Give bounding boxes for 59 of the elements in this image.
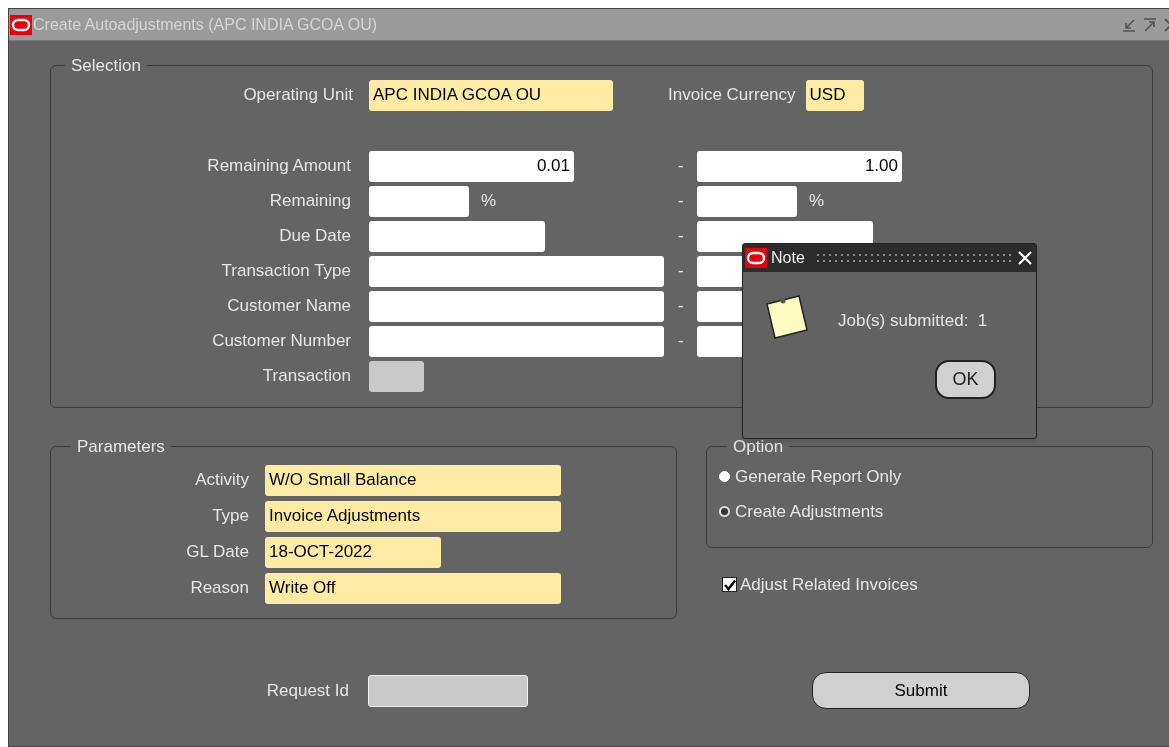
field-label: Customer Name — [226, 295, 352, 318]
from-field[interactable]: 0.01 — [369, 150, 574, 182]
from-field[interactable] — [369, 360, 424, 392]
field-label: Remaining — [268, 190, 352, 213]
range-separator: - — [678, 155, 685, 178]
group-title: Parameters — [76, 436, 166, 458]
field-label: Activity — [194, 469, 250, 492]
maximize-icon[interactable] — [1143, 17, 1157, 32]
from-field[interactable] — [369, 185, 469, 217]
field-label: Remaining Amount — [206, 155, 352, 178]
ok-button[interactable]: OK — [935, 360, 996, 399]
field-label: Customer Number — [211, 330, 352, 353]
currency-field[interactable]: USD — [805, 79, 864, 111]
to-field[interactable]: 1.00 — [697, 150, 902, 182]
field-label: Operating Unit — [242, 84, 354, 107]
field-label: Due Date — [278, 225, 352, 248]
field-label: Type — [211, 505, 250, 528]
note-icon — [763, 292, 811, 340]
range-separator: - — [678, 295, 685, 318]
dialog-title: Note — [771, 248, 805, 268]
field-label: GL Date — [185, 541, 250, 564]
from-field[interactable] — [369, 255, 664, 287]
radio-label: Generate Report Only — [735, 465, 902, 488]
radio-label: Create Adjustments — [735, 501, 884, 523]
dialog-message: Job(s) submitted: 1 — [838, 310, 988, 332]
range-separator: - — [678, 225, 685, 248]
radio-option[interactable]: Generate Report Only — [719, 463, 1152, 489]
to-field[interactable] — [697, 185, 797, 217]
from-field[interactable] — [369, 290, 664, 322]
unit-label: % — [809, 190, 825, 213]
field-label: Invoice Currency — [668, 84, 796, 107]
oracle-logo-icon — [745, 248, 767, 268]
from-field[interactable] — [369, 220, 545, 252]
range-separator: - — [678, 260, 685, 283]
submit-button[interactable]: Submit — [812, 672, 1030, 709]
radio-option[interactable]: Create Adjustments — [719, 499, 1152, 525]
range-separator: - — [678, 190, 685, 213]
parameter-field[interactable]: 18-OCT-2022 — [265, 536, 441, 568]
unit-label: % — [481, 190, 497, 213]
checkbox[interactable] — [722, 577, 737, 593]
request-id-field[interactable] — [368, 674, 528, 707]
group-title: Option — [732, 436, 785, 458]
checkbox-label: Adjust Related Invoices — [740, 574, 918, 596]
group-title: Selection — [70, 55, 142, 77]
range-separator: - — [678, 330, 685, 353]
window-title: Create Autoadjustments (APC INDIA GCOA OU) — [33, 14, 378, 35]
checkmark-icon — [723, 578, 736, 591]
field-label: Transaction — [261, 365, 352, 388]
minimize-icon[interactable] — [1122, 17, 1136, 32]
field-label: Request Id — [265, 679, 350, 702]
field-label: Transaction Type — [220, 260, 352, 283]
radio-button[interactable] — [719, 506, 730, 518]
field-label: Reason — [189, 577, 250, 600]
parameter-field[interactable]: W/O Small Balance — [265, 464, 561, 496]
parameter-field[interactable]: Invoice Adjustments — [265, 500, 561, 532]
from-field[interactable] — [369, 325, 664, 357]
oracle-logo-icon — [10, 14, 32, 35]
parameter-field[interactable]: Write Off — [265, 572, 561, 604]
operating-unit-field[interactable]: APC INDIA GCOA OU — [369, 79, 613, 111]
